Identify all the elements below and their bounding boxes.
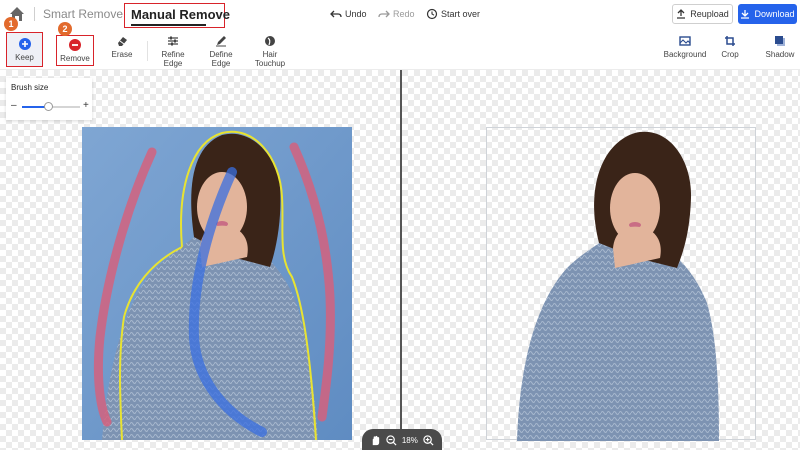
step-badge-1: 1 bbox=[4, 17, 18, 31]
undo-button[interactable]: Undo bbox=[330, 8, 367, 20]
brush-increase-button[interactable]: + bbox=[83, 100, 89, 111]
history-icon bbox=[426, 8, 438, 20]
minus-circle-icon bbox=[69, 38, 81, 51]
refine-edge-label: Refine Edge bbox=[161, 50, 185, 68]
crop-icon bbox=[725, 35, 735, 46]
cutout-person bbox=[517, 131, 719, 441]
header-divider bbox=[34, 7, 35, 21]
zoom-controls: 18% bbox=[362, 429, 442, 450]
step-badge-2: 2 bbox=[58, 22, 72, 36]
brush-size-title: Brush size bbox=[11, 83, 49, 92]
compare-divider[interactable] bbox=[400, 70, 402, 450]
keep-tool-button[interactable]: Keep bbox=[6, 32, 43, 67]
redo-button[interactable]: Redo bbox=[378, 8, 415, 20]
brush-size-slider-handle[interactable] bbox=[44, 102, 54, 111]
hair-touchup-tool-button[interactable]: Hair Touchup bbox=[253, 30, 287, 68]
reupload-button[interactable]: Reupload bbox=[672, 4, 733, 24]
redo-label: Redo bbox=[393, 9, 415, 19]
start-over-label: Start over bbox=[441, 9, 481, 19]
plus-circle-icon bbox=[18, 37, 31, 50]
hair-icon bbox=[265, 35, 275, 46]
shadow-tool-button[interactable]: Shadow bbox=[764, 30, 796, 68]
upload-icon bbox=[677, 9, 686, 19]
crop-label: Crop bbox=[721, 50, 739, 59]
remove-tool-button[interactable]: Remove bbox=[56, 35, 94, 66]
undo-icon bbox=[330, 10, 342, 18]
pen-edge-icon bbox=[216, 35, 226, 46]
define-edge-tool-button[interactable]: Define Edge bbox=[204, 30, 238, 68]
background-label: Background bbox=[663, 50, 707, 59]
start-over-button[interactable]: Start over bbox=[426, 8, 480, 20]
brush-decrease-button[interactable]: – bbox=[11, 100, 17, 111]
refine-edge-tool-button[interactable]: Refine Edge bbox=[156, 30, 190, 68]
tab-smart-remove[interactable]: Smart Remove bbox=[43, 7, 123, 21]
erase-tool-button[interactable]: Erase bbox=[108, 30, 136, 68]
remove-label: Remove bbox=[60, 54, 90, 63]
hand-pan-icon[interactable] bbox=[370, 435, 381, 446]
undo-label: Undo bbox=[345, 9, 367, 19]
eraser-icon bbox=[118, 36, 127, 46]
crop-tool-button[interactable]: Crop bbox=[716, 30, 744, 68]
define-edge-label: Define Edge bbox=[209, 50, 233, 68]
result-image-canvas bbox=[517, 131, 719, 441]
sliders-icon bbox=[168, 36, 178, 45]
shadow-icon bbox=[775, 35, 785, 46]
zoom-in-icon[interactable] bbox=[422, 434, 434, 446]
tab-manual-remove-label: Manual Remove bbox=[131, 7, 230, 22]
background-icon bbox=[679, 35, 691, 46]
active-tab-underline bbox=[131, 24, 206, 26]
download-icon bbox=[741, 10, 750, 19]
original-image-canvas[interactable] bbox=[82, 127, 352, 440]
zoom-out-icon[interactable] bbox=[386, 434, 397, 446]
top-bar: Smart Remove Manual Remove Undo Redo Sta… bbox=[0, 0, 800, 28]
erase-label: Erase bbox=[111, 50, 133, 59]
canvas-workspace[interactable]: Brush size – + 18% bbox=[0, 70, 800, 450]
background-tool-button[interactable]: Background bbox=[662, 30, 708, 68]
toolbar-divider bbox=[147, 41, 148, 61]
download-button[interactable]: Download bbox=[738, 4, 797, 24]
keep-label: Keep bbox=[15, 53, 34, 62]
shadow-label: Shadow bbox=[765, 50, 795, 59]
reupload-label: Reupload bbox=[690, 9, 729, 19]
brush-size-panel: Brush size – + bbox=[6, 78, 92, 120]
edit-toolbar: Keep Remove Erase Refine Edge Define Edg… bbox=[0, 28, 800, 70]
zoom-level: 18% bbox=[401, 435, 418, 445]
download-label: Download bbox=[754, 9, 795, 19]
tab-manual-remove[interactable]: Manual Remove bbox=[124, 3, 230, 28]
redo-icon bbox=[378, 10, 390, 18]
hair-touchup-label: Hair Touchup bbox=[254, 50, 286, 68]
result-image-frame bbox=[486, 127, 756, 441]
